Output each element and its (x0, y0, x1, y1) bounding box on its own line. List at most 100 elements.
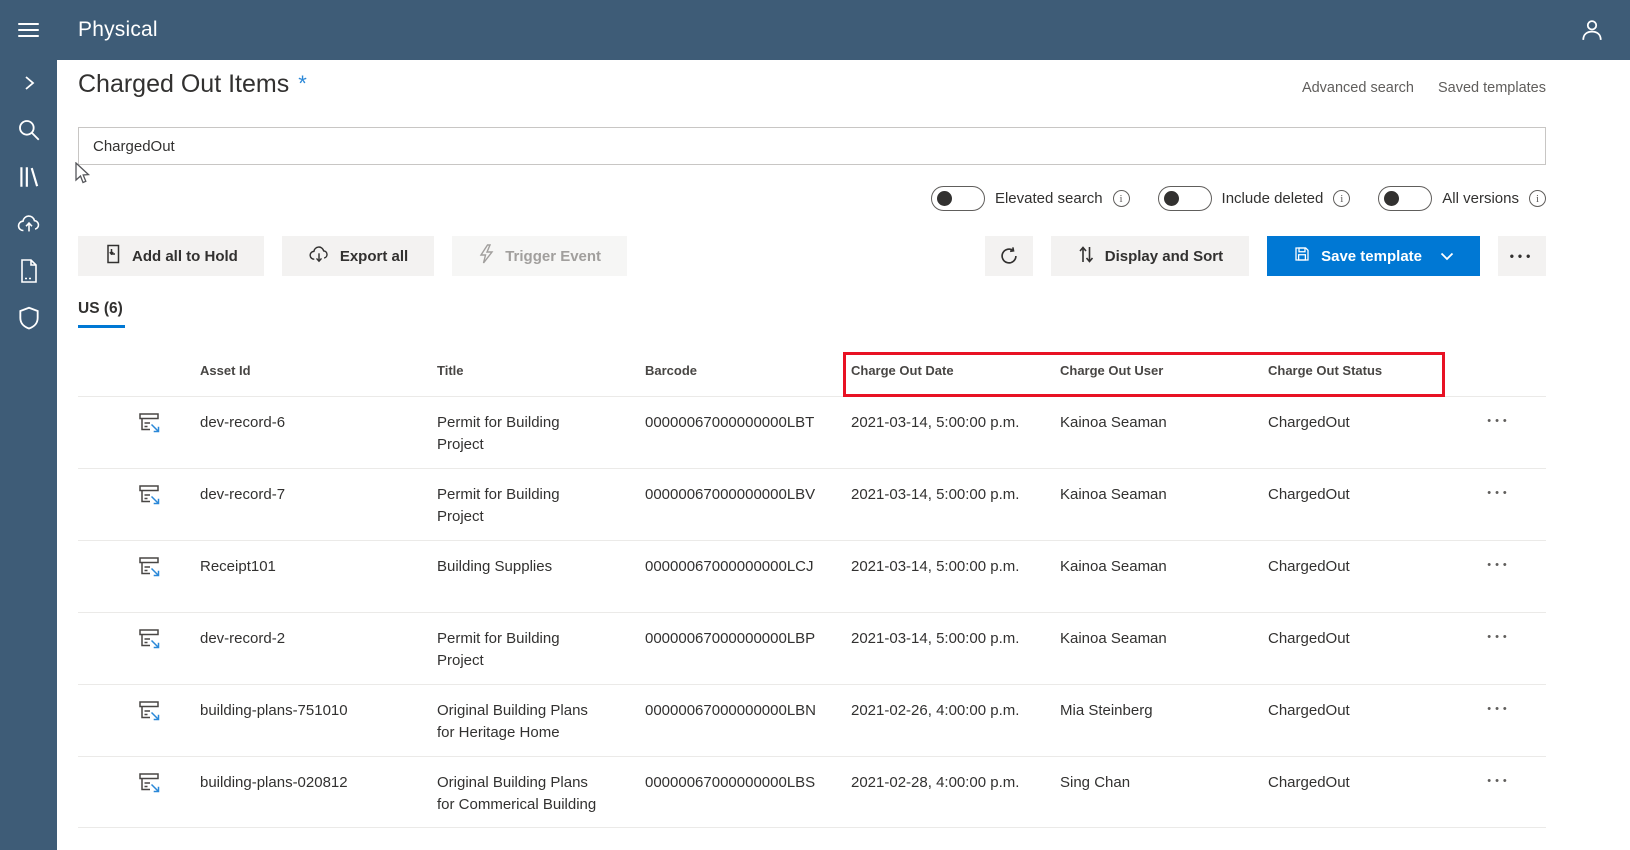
row-more-button[interactable]: ••• (1468, 685, 1546, 756)
cloud-download-icon (308, 245, 330, 268)
results-group-tab-us[interactable]: US (6) (78, 300, 125, 328)
cell-title: Original Building Plans for Heritage Hom… (437, 702, 588, 741)
elevated-search-toggle[interactable] (930, 186, 985, 211)
cell-barcode: 00000067000000000LCJ (645, 558, 814, 575)
cloud-upload-icon[interactable] (16, 211, 42, 237)
record-charged-out-icon[interactable] (78, 757, 200, 827)
include-deleted-label: Include deleted (1221, 190, 1324, 207)
column-header-title: Title (437, 362, 464, 378)
cell-charge-out-date: 2021-02-28, 4:00:00 p.m. (851, 774, 1020, 791)
cell-charge-out-user: Kainoa Seaman (1060, 558, 1167, 575)
results-table: Asset Id Title Barcode Charge Out Date C… (78, 344, 1546, 828)
cell-charge-out-date: 2021-03-14, 5:00:00 p.m. (851, 630, 1020, 647)
more-actions-button[interactable]: ••• (1498, 236, 1546, 276)
toolbar-left: Add all to Hold Export all Trigger Event (78, 236, 628, 276)
add-to-hold-icon (104, 244, 122, 268)
cell-charge-out-status: ChargedOut (1268, 486, 1350, 503)
record-charged-out-icon[interactable] (78, 397, 200, 468)
library-shelf-icon[interactable] (16, 164, 42, 190)
search-icon[interactable] (16, 117, 42, 143)
cell-title: Building Supplies (437, 558, 553, 575)
cell-charge-out-date: 2021-02-26, 4:00:00 p.m. (851, 702, 1020, 719)
column-header-charge-out-user: Charge Out User (1060, 362, 1164, 378)
all-versions-info-icon[interactable]: i (1529, 190, 1546, 207)
table-row[interactable]: building-plans-751010 Original Building … (78, 684, 1546, 756)
cell-barcode: 00000067000000000LBV (645, 486, 816, 503)
app-window: Physical Charged Out Items * Advanced se… (0, 0, 1630, 850)
cell-barcode: 00000067000000000LBP (645, 630, 816, 647)
cell-charge-out-status: ChargedOut (1268, 630, 1350, 647)
cell-barcode: 00000067000000000LBS (645, 774, 816, 791)
column-header-barcode: Barcode (645, 362, 698, 378)
user-account-icon[interactable] (1578, 16, 1606, 44)
hamburger-menu-icon[interactable] (0, 19, 57, 41)
cell-charge-out-status: ChargedOut (1268, 774, 1350, 791)
record-charged-out-icon[interactable] (78, 685, 200, 756)
row-more-button[interactable]: ••• (1468, 397, 1546, 468)
cell-charge-out-status: ChargedOut (1268, 414, 1350, 431)
column-header-charge-out-status: Charge Out Status (1268, 362, 1383, 378)
cell-charge-out-user: Kainoa Seaman (1060, 486, 1167, 503)
row-more-button[interactable]: ••• (1468, 613, 1546, 684)
column-header-charge-out-date: Charge Out Date (851, 362, 954, 378)
record-charged-out-icon[interactable] (78, 469, 200, 540)
record-charged-out-icon[interactable] (78, 541, 200, 612)
display-and-sort-button[interactable]: Display and Sort (1050, 236, 1250, 276)
table-row[interactable]: dev-record-2 Permit for Building Project… (78, 612, 1546, 684)
mouse-cursor (74, 161, 91, 191)
cell-charge-out-user: Mia Steinberg (1060, 702, 1153, 719)
cell-title: Permit for Building Project (437, 630, 560, 669)
saved-templates-link[interactable]: Saved templates (1438, 80, 1546, 96)
expand-sidebar-chevron-icon[interactable] (16, 70, 42, 96)
cell-charge-out-user: Kainoa Seaman (1060, 630, 1167, 647)
cell-title: Permit for Building Project (437, 414, 560, 453)
row-more-button[interactable]: ••• (1468, 541, 1546, 612)
table-row[interactable]: Receipt101 Building Supplies 00000067000… (78, 540, 1546, 612)
advanced-search-link[interactable]: Advanced search (1302, 80, 1414, 96)
cell-asset-id: dev-record-7 (200, 486, 286, 503)
table-row[interactable]: dev-record-7 Permit for Building Project… (78, 468, 1546, 540)
row-more-button[interactable]: ••• (1468, 469, 1546, 540)
page-title-row: Charged Out Items * (78, 70, 307, 99)
cell-charge-out-status: ChargedOut (1268, 702, 1350, 719)
trigger-event-button[interactable]: Trigger Event (452, 236, 628, 276)
all-versions-label: All versions (1442, 190, 1519, 207)
record-charged-out-icon[interactable] (78, 613, 200, 684)
cell-barcode: 00000067000000000LBT (645, 414, 815, 431)
app-title: Physical (78, 18, 158, 41)
cell-asset-id: dev-record-2 (200, 630, 286, 647)
include-deleted-toggle[interactable] (1157, 186, 1212, 211)
table-row[interactable]: building-plans-020812 Original Building … (78, 756, 1546, 828)
include-deleted-info-icon[interactable]: i (1333, 190, 1351, 207)
export-all-button[interactable]: Export all (281, 236, 435, 276)
cell-asset-id: building-plans-020812 (200, 774, 348, 791)
search-input[interactable] (78, 127, 1546, 165)
table-header-row: Asset Id Title Barcode Charge Out Date C… (78, 344, 1546, 396)
add-all-to-hold-button[interactable]: Add all to Hold (78, 236, 264, 276)
cell-asset-id: dev-record-6 (200, 414, 286, 431)
top-bar: Physical (0, 0, 1630, 60)
lightning-event-icon (478, 244, 495, 268)
save-template-button[interactable]: Save template (1267, 236, 1480, 276)
cell-charge-out-status: ChargedOut (1268, 558, 1350, 575)
toolbar-right: Display and Sort Save template ••• (984, 236, 1546, 276)
cell-title: Permit for Building Project (437, 486, 560, 525)
cell-charge-out-date: 2021-03-14, 5:00:00 p.m. (851, 486, 1020, 503)
cell-charge-out-date: 2021-03-14, 5:00:00 p.m. (851, 558, 1020, 575)
cell-charge-out-user: Sing Chan (1060, 774, 1131, 791)
all-versions-toggle[interactable] (1378, 186, 1433, 211)
document-icon[interactable] (16, 258, 42, 284)
sort-arrows-icon (1077, 245, 1095, 268)
left-sidebar (0, 60, 57, 850)
column-header-asset-id: Asset Id (200, 362, 251, 378)
row-more-button[interactable]: ••• (1468, 757, 1546, 827)
cell-asset-id: building-plans-751010 (200, 702, 348, 719)
cell-asset-id: Receipt101 (200, 558, 276, 575)
table-row[interactable]: dev-record-6 Permit for Building Project… (78, 396, 1546, 468)
refresh-button[interactable] (984, 236, 1033, 276)
shield-security-icon[interactable] (16, 305, 42, 331)
cell-charge-out-date: 2021-03-14, 5:00:00 p.m. (851, 414, 1020, 431)
elevated-search-info-icon[interactable]: i (1112, 190, 1130, 207)
search-options-row: Elevated search i Include deleted i All … (930, 186, 1546, 211)
elevated-search-label: Elevated search (994, 190, 1103, 207)
